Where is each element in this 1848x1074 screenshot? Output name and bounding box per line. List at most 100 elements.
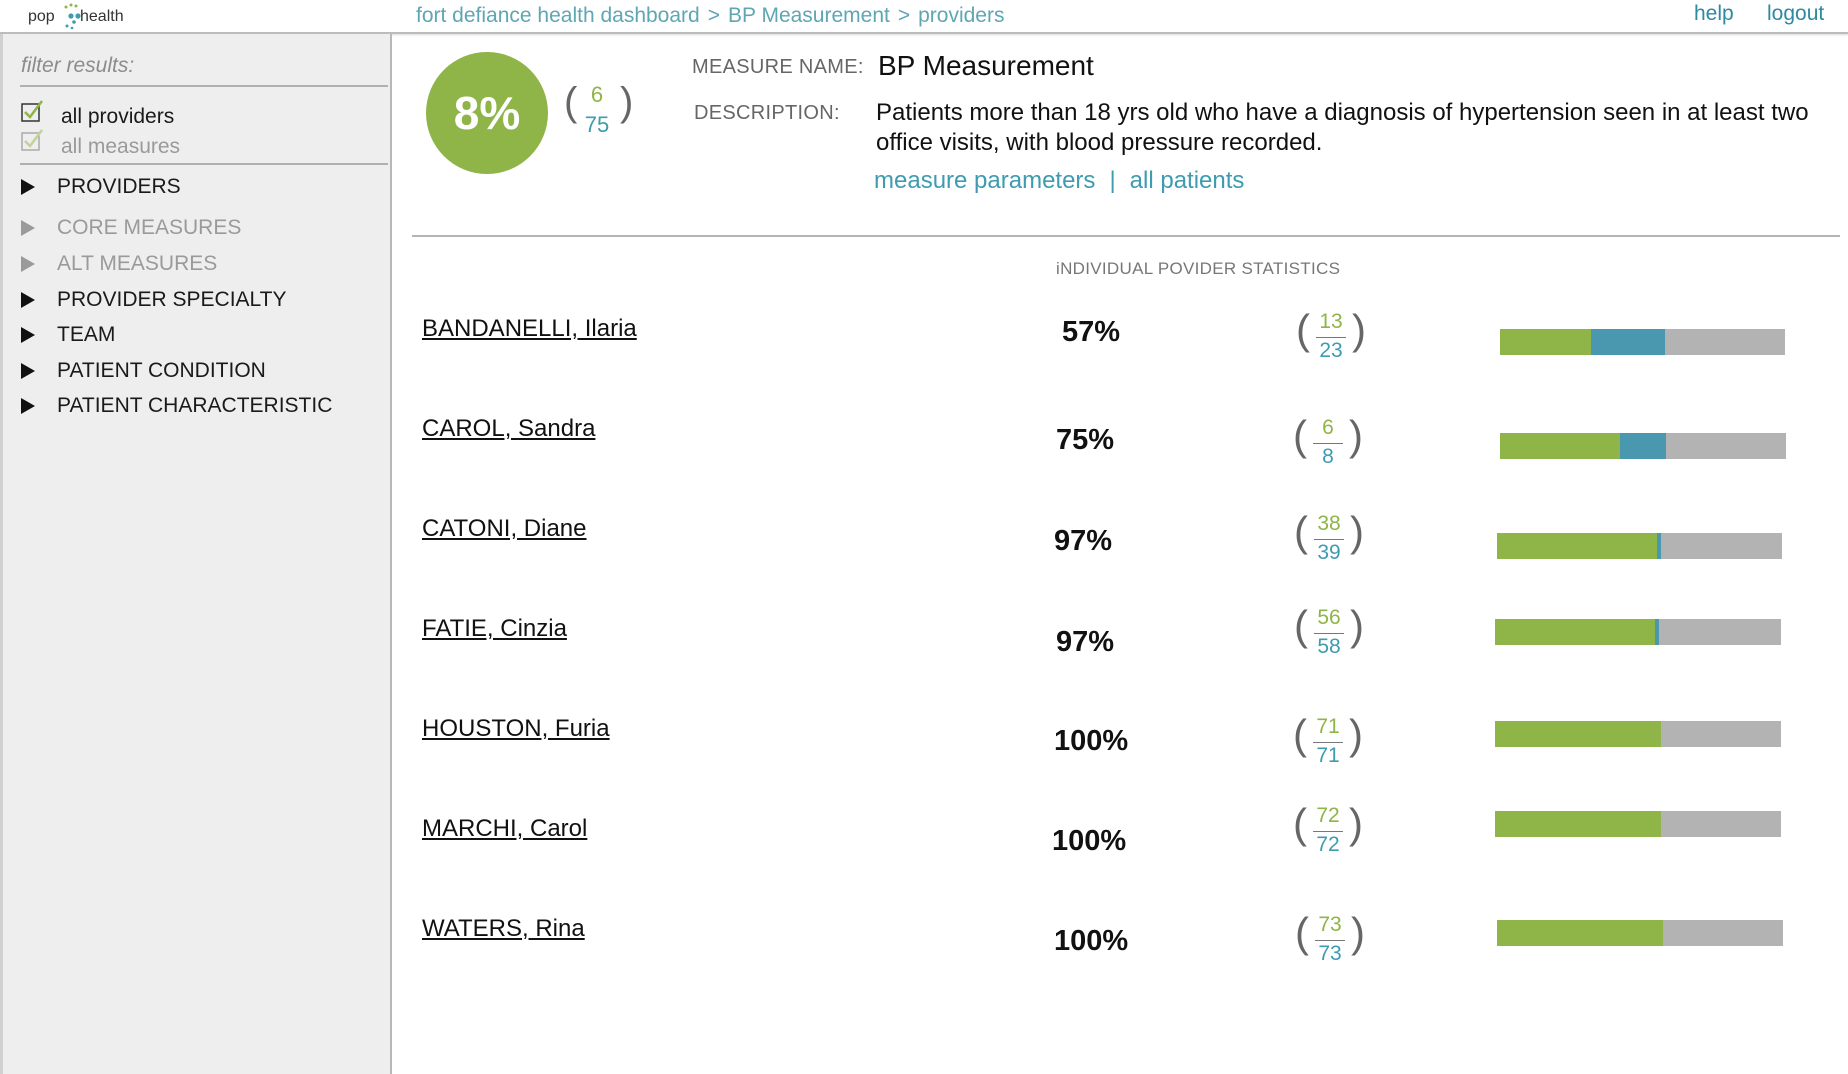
measure-links: measure parameters | all patients (874, 167, 1244, 195)
progress-segment-eligible (1591, 329, 1666, 355)
overall-fraction: ( 6 75 ) (562, 80, 634, 140)
breadcrumb-item-dashboard[interactable]: fort defiance health dashboard (416, 4, 700, 27)
expand-triangle-icon (21, 256, 35, 273)
top-bar: pop health fort defiance health dashboar… (0, 0, 1848, 34)
provider-fraction: (13 23) (1296, 306, 1366, 366)
fraction-paren: ) (1349, 800, 1363, 847)
measure-name: BP Measurement (878, 50, 1094, 81)
provider-fraction: (6 8) (1293, 412, 1363, 472)
filter-title: filter results: (21, 54, 135, 77)
overall-percent-circle: 8% (426, 52, 548, 174)
link-separator: | (1109, 167, 1116, 194)
progress-segment-met (1495, 619, 1656, 645)
expand-triangle-icon (21, 327, 35, 344)
fraction-bar (1313, 831, 1343, 832)
tree-item-team[interactable]: TEAM (21, 323, 115, 351)
progress-segment-met (1497, 533, 1657, 559)
breadcrumb-item-measure[interactable]: BP Measurement (728, 4, 890, 27)
tree-item-label: PATIENT CHARACTERISTIC (57, 394, 333, 417)
provider-fraction: (73 73) (1295, 909, 1365, 969)
logo-text-pop: pop (28, 8, 55, 25)
provider-name-link[interactable]: CATONI, Diane (422, 515, 587, 543)
provider-fraction: (38 39) (1294, 508, 1364, 568)
help-link[interactable]: help (1694, 2, 1734, 26)
fraction-paren: ) (1349, 711, 1363, 758)
fraction-paren: ) (1351, 909, 1365, 956)
provider-percent: 75% (1056, 424, 1115, 456)
provider-progress-bar (1500, 433, 1786, 459)
progress-segment-eligible (1656, 533, 1661, 559)
provider-progress-bar (1495, 721, 1781, 747)
all-patients-link[interactable]: all patients (1130, 167, 1245, 194)
provider-percent: 97% (1054, 525, 1113, 557)
provider-name-link[interactable]: HOUSTON, Furia (422, 715, 610, 743)
progress-segment-eligible (1655, 619, 1660, 645)
provider-progress-bar (1495, 619, 1781, 645)
tree-item-label: CORE MEASURES (57, 216, 242, 239)
provider-percent: 57% (1062, 316, 1121, 348)
provider-fraction: (56 58) (1294, 602, 1364, 662)
provider-progress-bar (1497, 533, 1782, 559)
all-measures-label[interactable]: all measures (61, 135, 180, 159)
tree-item-label: ALT MEASURES (57, 252, 218, 275)
measure-parameters-link[interactable]: measure parameters (874, 167, 1095, 194)
provider-progress-bar (1500, 329, 1785, 355)
provider-progress-bar (1495, 811, 1781, 837)
tree-item-label: PATIENT CONDITION (57, 359, 266, 382)
provider-fraction: (71 71) (1293, 711, 1363, 771)
progress-segment-met (1500, 329, 1592, 355)
tree-item-label: TEAM (57, 323, 116, 346)
progress-segment-eligible (1620, 433, 1666, 459)
tree-item-provider-specialty[interactable]: PROVIDER SPECIALTY (21, 288, 287, 316)
logo-text-health: health (80, 8, 124, 25)
fraction-bar (1313, 443, 1343, 444)
tree-item-patient-condition[interactable]: PATIENT CONDITION (21, 359, 266, 387)
breadcrumb-item-providers[interactable]: providers (918, 4, 1004, 27)
progress-segment-met (1495, 811, 1661, 837)
tree-item-providers[interactable]: PROVIDERS (21, 175, 181, 203)
logout-link[interactable]: logout (1767, 2, 1824, 26)
provider-name-link[interactable]: WATERS, Rina (422, 915, 585, 943)
measure-description: Patients more than 18 yrs old who have a… (876, 99, 1809, 156)
expand-triangle-icon (21, 220, 35, 237)
progress-segment-met (1500, 433, 1621, 459)
fraction-paren: ) (1350, 602, 1364, 649)
fraction-bar (1315, 940, 1345, 941)
tree-item-alt-measures[interactable]: ALT MEASURES (21, 252, 217, 280)
progress-segment-met (1495, 721, 1661, 747)
tree-item-patient-characteristic[interactable]: PATIENT CHARACTERISTIC (21, 394, 332, 422)
fraction-paren: ) (1352, 306, 1366, 353)
breadcrumb-separator: > (897, 4, 911, 27)
fraction-paren: ) (1350, 508, 1364, 555)
all-providers-checkbox[interactable] (21, 100, 43, 122)
fraction-bar (1313, 742, 1343, 743)
provider-progress-bar (1497, 920, 1783, 946)
tree-item-label: PROVIDERS (57, 175, 181, 198)
provider-percent: 100% (1052, 825, 1127, 857)
all-measures-checkbox[interactable] (21, 129, 43, 151)
provider-name-link[interactable]: BANDANELLI, Ilaria (422, 315, 637, 343)
tree-item-core-measures[interactable]: CORE MEASURES (21, 216, 241, 244)
divider (20, 163, 388, 165)
provider-name-link[interactable]: FATIE, Cinzia (422, 615, 567, 643)
expand-triangle-icon (21, 363, 35, 380)
expand-triangle-icon (21, 179, 35, 196)
provider-name-link[interactable]: CAROL, Sandra (422, 415, 595, 443)
provider-name-link[interactable]: MARCHI, Carol (422, 815, 587, 843)
fraction-paren: ) (1349, 412, 1363, 459)
breadcrumb-separator: > (707, 4, 720, 27)
fraction-bar (1316, 337, 1346, 338)
fraction-paren: ) (620, 80, 634, 124)
progress-segment-met (1497, 920, 1663, 946)
measure-name-label: MEASURE NAME: (692, 56, 864, 78)
expand-triangle-icon (21, 292, 35, 309)
expand-triangle-icon (21, 398, 35, 415)
pophealth-logo[interactable]: pop health (28, 2, 138, 30)
stats-section-title: iNDIVIDUAL POVIDER STATISTICS (1056, 259, 1341, 278)
filter-sidebar: filter results: all providers all measur… (0, 34, 392, 1074)
provider-percent: 97% (1056, 626, 1115, 658)
provider-percent: 100% (1054, 725, 1129, 757)
description-label: DESCRIPTION: (694, 102, 840, 124)
provider-fraction: (72 72) (1293, 800, 1363, 860)
all-providers-label[interactable]: all providers (61, 105, 174, 129)
